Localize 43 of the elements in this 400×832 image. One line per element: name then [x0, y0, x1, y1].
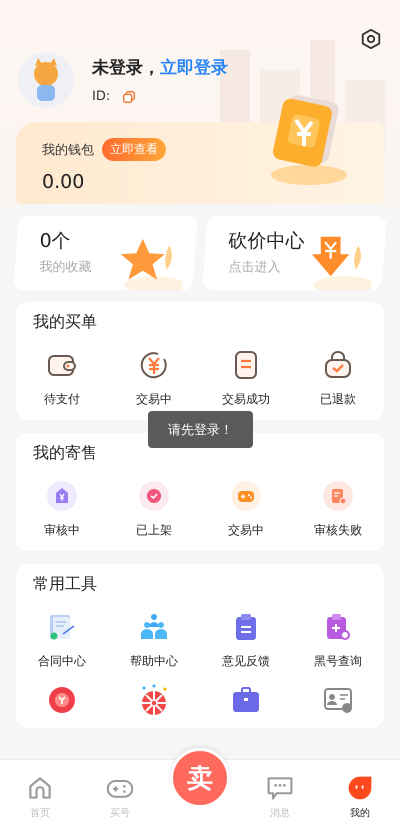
wallet-balance: 0.00 — [42, 171, 86, 193]
id-label: ID: — [92, 89, 110, 104]
login-status: 未登录， — [92, 57, 160, 79]
section-title: 常用工具 — [32, 574, 98, 595]
menu-item-label[interactable]: 帮助中心 — [130, 653, 178, 670]
menu-item-label[interactable]: 待支付 — [44, 391, 80, 408]
yuan-cycle-icon — [138, 349, 170, 381]
avatar-icon[interactable] — [18, 52, 74, 108]
menu-item[interactable] — [322, 349, 354, 381]
menu-item-label[interactable]: 交易中 — [228, 522, 264, 539]
menu-item-label[interactable]: 审核中 — [44, 522, 80, 539]
menu-item-label[interactable]: 意见反馈 — [222, 653, 270, 670]
quick-card-subtitle: 点击进入 — [228, 259, 282, 276]
wallet-title: 我的钱包 — [42, 142, 94, 158]
section-title: 我的买单 — [32, 312, 98, 333]
quick-card[interactable]: 砍价中心 点击进入 — [202, 216, 387, 290]
menu-item-label[interactable]: 已上架 — [136, 522, 172, 539]
quick-card-title: 0个 — [40, 229, 72, 254]
mascot-icon — [346, 774, 374, 802]
section-title: 我的寄售 — [32, 443, 98, 464]
gamepad-icon — [230, 480, 262, 512]
menu-item-label[interactable]: 交易成功 — [222, 391, 270, 408]
bag-check-icon — [322, 349, 354, 381]
copy-icon[interactable] — [122, 90, 136, 104]
menu-item[interactable] — [138, 349, 170, 381]
menu-item-label[interactable]: 交易中 — [136, 391, 172, 408]
badge-check-icon — [138, 480, 170, 512]
menu-item-label[interactable]: 黑号查询 — [314, 653, 362, 670]
tab[interactable]: 我的 — [330, 760, 390, 820]
quick-card[interactable]: 0个 我的收藏 — [13, 216, 198, 290]
quick-card-title: 砍价中心 — [228, 229, 305, 254]
settings-icon[interactable] — [360, 28, 382, 50]
quick-card-subtitle: 我的收藏 — [40, 259, 92, 276]
form-icon — [322, 480, 354, 512]
menu-item[interactable] — [138, 480, 170, 512]
menu-item-label[interactable]: 合同中心 — [38, 653, 86, 670]
menu-item-label[interactable]: 审核失败 — [314, 522, 362, 539]
exchange-icon — [46, 684, 78, 716]
menu-item[interactable] — [46, 480, 78, 512]
tag-icon — [46, 480, 78, 512]
menu-item-label[interactable]: 已退款 — [320, 391, 356, 408]
menu-item[interactable] — [46, 684, 78, 716]
toast: 请先登录！ — [148, 411, 253, 448]
